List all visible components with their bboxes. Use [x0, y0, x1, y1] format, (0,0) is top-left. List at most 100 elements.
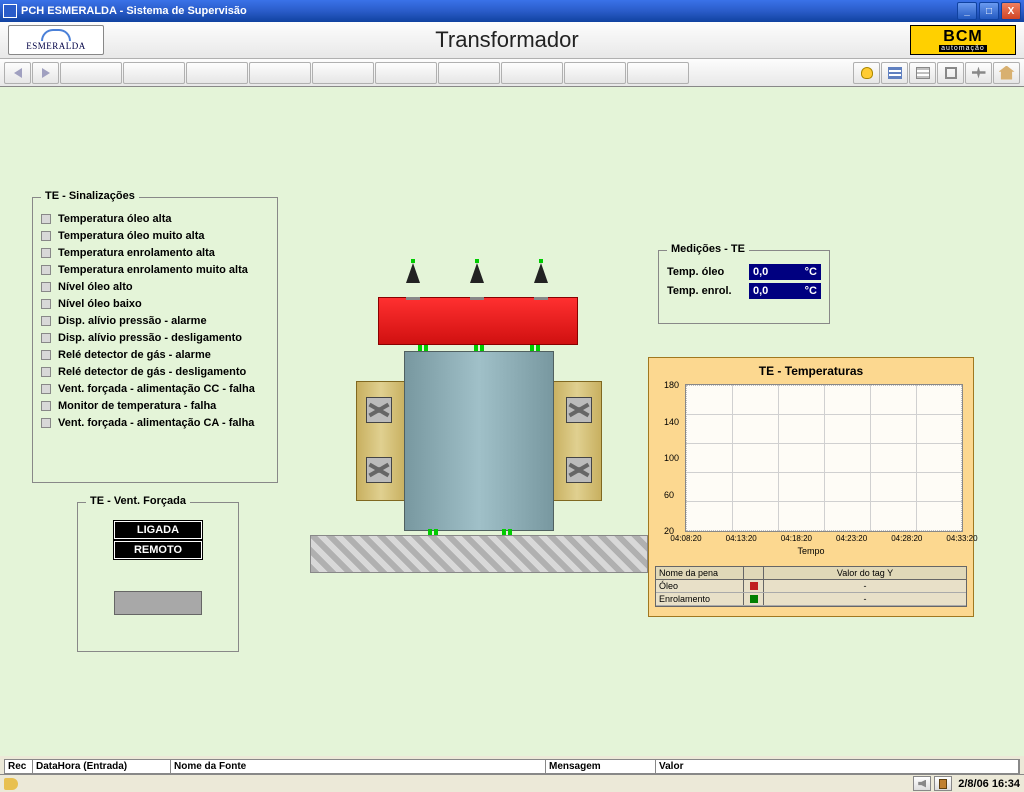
bell-icon	[861, 67, 873, 79]
chart-xtick: 04:08:20	[670, 534, 701, 543]
signal-item: Disp. alívio pressão - desligamento	[41, 329, 269, 346]
signal-item: Vent. forçada - alimentação CC - falha	[41, 380, 269, 397]
signal-label: Vent. forçada - alimentação CA - falha	[58, 417, 254, 429]
toolbar	[0, 59, 1024, 87]
signals-panel: TE - Sinalizações Temperatura óleo altaT…	[32, 197, 278, 483]
fan-icon	[366, 397, 392, 423]
signal-item: Temperatura óleo alta	[41, 210, 269, 227]
signal-item: Nível óleo alto	[41, 278, 269, 295]
toolbar-slot-7[interactable]	[438, 62, 500, 84]
toolbar-slot-5[interactable]	[312, 62, 374, 84]
status-indicator	[41, 299, 51, 309]
signal-item: Temperatura enrolamento alta	[41, 244, 269, 261]
nav-back-button[interactable]	[4, 62, 31, 84]
chart-xtick: 04:13:20	[726, 534, 757, 543]
status-indicator	[41, 367, 51, 377]
legend-swatch-icon	[750, 582, 758, 590]
exit-button[interactable]	[934, 776, 952, 791]
chart-xtick: 04:23:20	[836, 534, 867, 543]
titlebar: PCH ESMERALDA - Sistema de Supervisão _ …	[0, 0, 1024, 22]
toolbar-slot-1[interactable]	[60, 62, 122, 84]
signal-item: Monitor de temperatura - falha	[41, 397, 269, 414]
chart-legend: Nome da pena Valor do tag Y Óleo-Enrolam…	[655, 566, 967, 607]
status-indicator	[41, 265, 51, 275]
signal-item: Relé detector de gás - desligamento	[41, 363, 269, 380]
door-icon	[939, 779, 947, 789]
app-icon	[3, 4, 17, 18]
events-button[interactable]	[881, 62, 908, 84]
status-indicator	[41, 231, 51, 241]
legend-name: Enrolamento	[656, 593, 744, 605]
legend-row: Enrolamento -	[656, 593, 966, 606]
speaker-icon	[918, 780, 926, 788]
status-datetime: 2/8/06 16:34	[958, 778, 1020, 790]
toolbar-slot-2[interactable]	[123, 62, 185, 84]
chart-panel: TE - Temperaturas 1801401006020 04:08:20…	[648, 357, 974, 617]
measure-row: Temp. óleo0,0°C	[667, 264, 821, 280]
tools-icon	[972, 67, 986, 79]
toolbar-slot-6[interactable]	[375, 62, 437, 84]
minimize-button[interactable]: _	[957, 2, 977, 20]
signal-item: Relé detector de gás - alarme	[41, 346, 269, 363]
status-indicator	[41, 401, 51, 411]
header: ESMERALDA Transformador BCM automação	[0, 22, 1024, 59]
home-button[interactable]	[993, 62, 1020, 84]
vent-title: TE - Vent. Forçada	[86, 495, 190, 507]
status-indicator	[41, 316, 51, 326]
arrow-right-icon	[42, 68, 50, 78]
toolbar-slot-3[interactable]	[186, 62, 248, 84]
signal-label: Relé detector de gás - alarme	[58, 349, 211, 361]
fan-icon	[566, 457, 592, 483]
signal-label: Nível óleo baixo	[58, 298, 142, 310]
signal-item: Temperatura óleo muito alta	[41, 227, 269, 244]
chart-xlabel: Tempo	[649, 546, 973, 556]
signal-item: Vent. forçada - alimentação CA - falha	[41, 414, 269, 431]
toolbar-slot-10[interactable]	[627, 62, 689, 84]
maximize-button[interactable]: □	[979, 2, 999, 20]
measures-title: Medições - TE	[667, 243, 749, 255]
square-icon	[945, 67, 957, 79]
chart-ytick: 140	[664, 417, 679, 427]
legend-value: -	[764, 593, 966, 605]
signal-label: Monitor de temperatura - falha	[58, 400, 216, 412]
measure-value: 0,0°C	[749, 283, 821, 299]
vent-mode-button[interactable]: REMOTO	[114, 541, 202, 559]
toolbar-slot-9[interactable]	[564, 62, 626, 84]
nav-fwd-button[interactable]	[32, 62, 59, 84]
close-button[interactable]: X	[1001, 2, 1021, 20]
toolbar-slot-8[interactable]	[501, 62, 563, 84]
alarms-button[interactable]	[853, 62, 880, 84]
signal-label: Temperatura óleo alta	[58, 213, 172, 225]
status-indicator	[41, 282, 51, 292]
vent-on-button[interactable]: LIGADA	[114, 521, 202, 539]
screen-button[interactable]	[937, 62, 964, 84]
tools-button[interactable]	[965, 62, 992, 84]
fan-icon	[566, 397, 592, 423]
chart-ytick: 100	[664, 453, 679, 463]
status-indicator	[41, 248, 51, 258]
ack-sound-button[interactable]	[913, 776, 931, 791]
chart-xtick: 04:33:20	[946, 534, 977, 543]
signal-item: Disp. alívio pressão - alarme	[41, 312, 269, 329]
chart-plot[interactable]: 1801401006020 04:08:2004:13:2004:18:2004…	[685, 384, 963, 532]
log-button[interactable]	[909, 62, 936, 84]
legend-swatch-icon	[750, 595, 758, 603]
legend-row: Óleo-	[656, 580, 966, 593]
message-grid-header: Rec DataHora (Entrada) Nome da Fonte Men…	[4, 759, 1020, 774]
signal-label: Disp. alívio pressão - alarme	[58, 315, 207, 327]
measure-row: Temp. enrol.0,0°C	[667, 283, 821, 299]
logo-esmeralda: ESMERALDA	[8, 25, 104, 55]
measure-label: Temp. óleo	[667, 266, 724, 278]
signal-item: Temperatura enrolamento muito alta	[41, 261, 269, 278]
measures-panel: Medições - TE Temp. óleo0,0°CTemp. enrol…	[658, 250, 830, 324]
status-indicator	[41, 418, 51, 428]
chart-xtick: 04:28:20	[891, 534, 922, 543]
status-indicator	[41, 350, 51, 360]
scada-canvas: TE - Sinalizações Temperatura óleo altaT…	[0, 87, 1024, 756]
signal-label: Temperatura óleo muito alta	[58, 230, 205, 242]
legend-name: Óleo	[656, 580, 744, 592]
toolbar-slot-4[interactable]	[249, 62, 311, 84]
signal-label: Disp. alívio pressão - desligamento	[58, 332, 242, 344]
window-title: PCH ESMERALDA - Sistema de Supervisão	[21, 5, 957, 17]
signal-label: Vent. forçada - alimentação CC - falha	[58, 383, 255, 395]
